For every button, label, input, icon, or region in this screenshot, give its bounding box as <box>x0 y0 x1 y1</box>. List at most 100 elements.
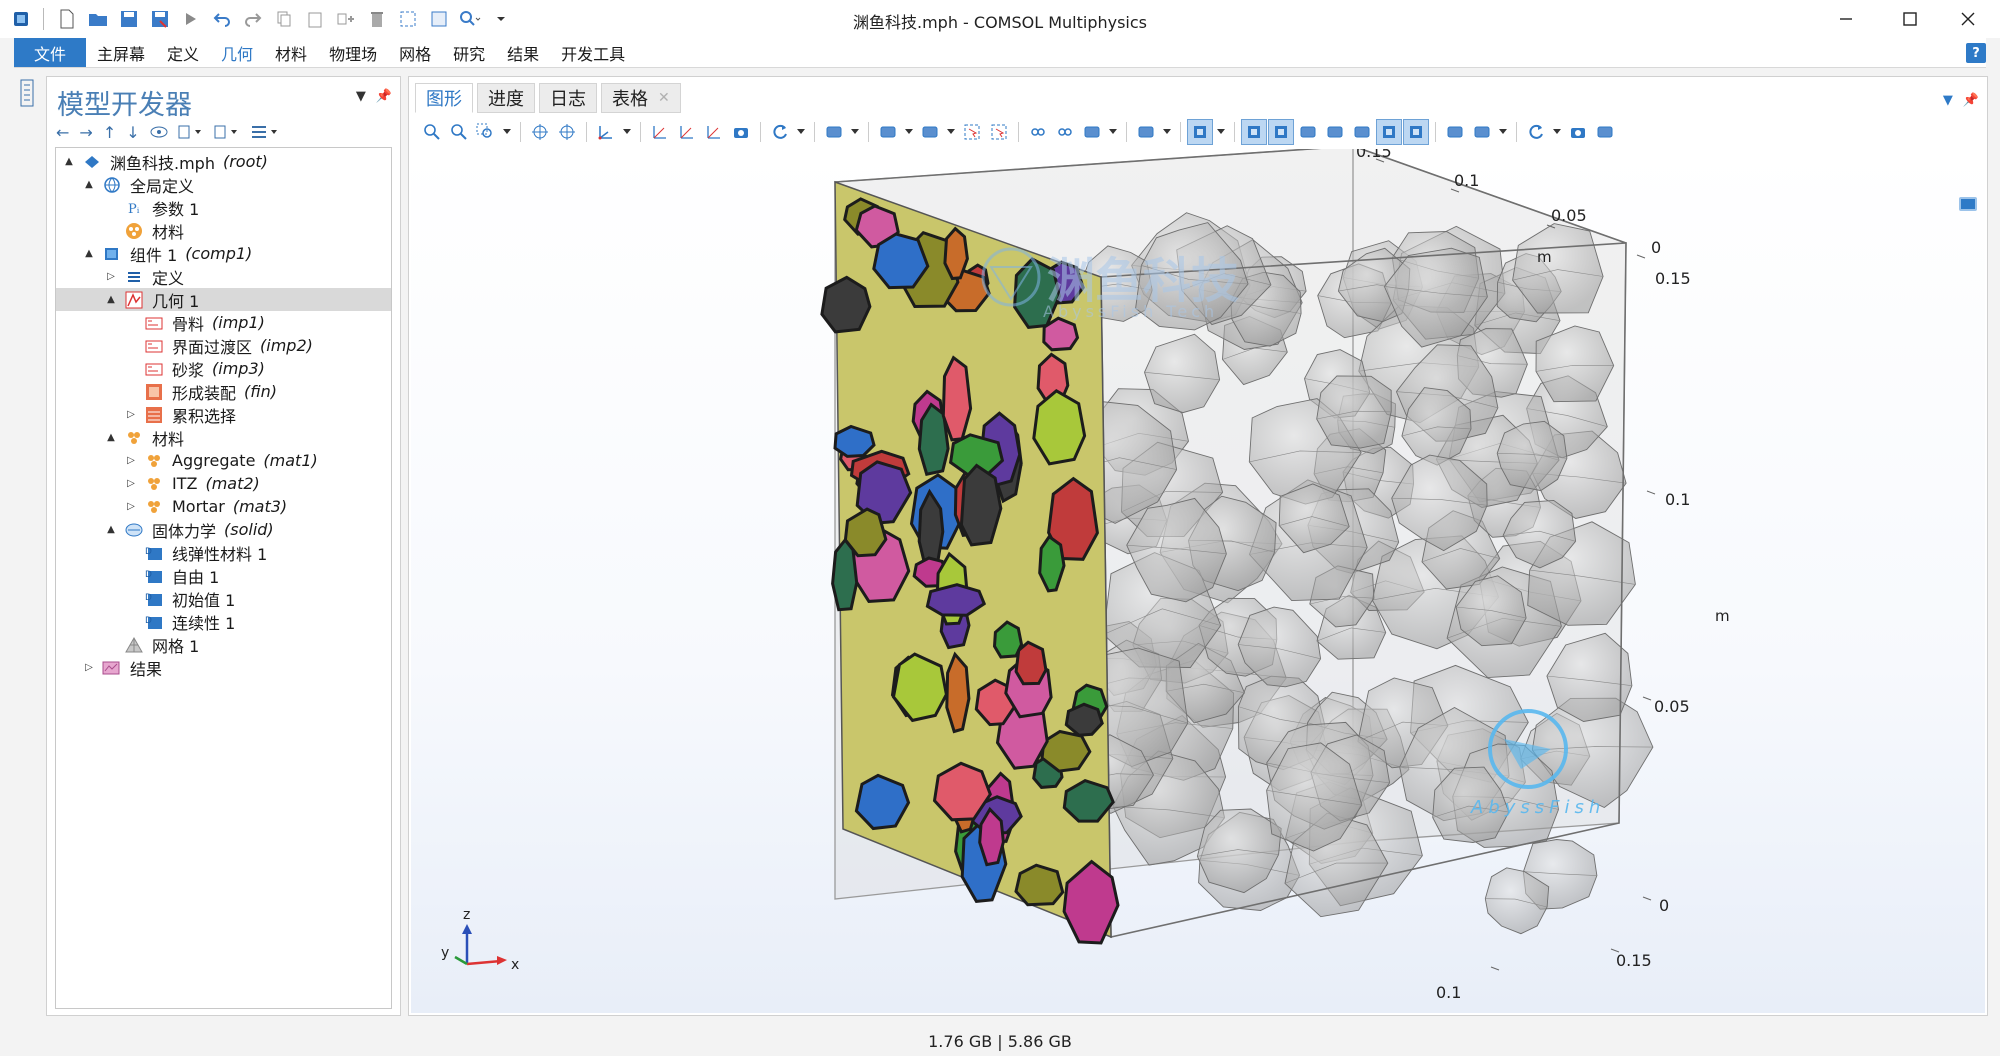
dropdown-arrow-icon[interactable] <box>1106 119 1120 145</box>
new-file-icon[interactable] <box>52 5 81 33</box>
dropdown-arrow-icon[interactable] <box>1214 119 1228 145</box>
minimize-button[interactable] <box>1814 0 1878 38</box>
scene-light-icon[interactable] <box>875 119 901 145</box>
tree-item[interactable]: 界面过渡区 (imp2) <box>56 334 391 357</box>
app-icon[interactable] <box>6 5 35 33</box>
tree-item[interactable]: ▲ 几何 1 <box>56 288 391 311</box>
expand-toggle-icon[interactable]: ▷ <box>124 478 138 489</box>
find-icon[interactable] <box>455 5 484 33</box>
show-entities-icon[interactable] <box>1052 119 1078 145</box>
menu-study[interactable]: 研究 <box>442 38 496 67</box>
zoom-box-icon[interactable] <box>473 119 499 145</box>
dropdown-arrow-icon[interactable] <box>794 119 808 145</box>
select-box-icon[interactable] <box>959 119 985 145</box>
menu-geometry[interactable]: 几何 <box>210 38 264 67</box>
boundary-select-icon[interactable] <box>1268 119 1294 145</box>
print-icon[interactable] <box>1592 119 1618 145</box>
zoom-extents-icon[interactable] <box>527 119 553 145</box>
tree-item[interactable]: ▷ 定义 <box>56 265 391 288</box>
expand-toggle-icon[interactable]: ▷ <box>124 455 138 466</box>
save-as-icon[interactable] <box>145 5 174 33</box>
tab-log[interactable]: 日志 <box>539 83 597 113</box>
tree-item[interactable]: Pᵢ 参数 1 <box>56 196 391 219</box>
close-tab-icon[interactable]: ✕ <box>658 90 670 106</box>
grid-icon[interactable] <box>1376 119 1402 145</box>
tab-progress[interactable]: 进度 <box>477 83 535 113</box>
list-view-icon[interactable] <box>247 124 283 140</box>
collapse-icon[interactable] <box>211 124 243 140</box>
tree-item[interactable]: ▲ 全局定义 <box>56 173 391 196</box>
tree-item[interactable]: ▲ 材料 <box>56 426 391 449</box>
tree-item[interactable]: 形成装配 (fin) <box>56 380 391 403</box>
dropdown-arrow-icon[interactable] <box>1550 119 1564 145</box>
view-settings-icon[interactable] <box>1959 197 1977 211</box>
forward-icon[interactable]: → <box>76 123 95 142</box>
hide-selection-icon[interactable] <box>1469 119 1495 145</box>
menu-results[interactable]: 结果 <box>496 38 550 67</box>
menu-definitions[interactable]: 定义 <box>156 38 210 67</box>
undo-icon[interactable] <box>207 5 236 33</box>
pin-icon[interactable]: 📌 <box>1963 93 1979 108</box>
expand-toggle-icon[interactable]: ▲ <box>104 524 118 535</box>
build-selected-icon[interactable] <box>424 5 453 33</box>
menu-physics[interactable]: 物理场 <box>318 38 388 67</box>
tree-item[interactable]: D 线弹性材料 1 <box>56 541 391 564</box>
pin-icon[interactable]: 📌 <box>376 89 392 104</box>
grid-toggle-icon[interactable] <box>1403 119 1429 145</box>
open-folder-icon[interactable] <box>83 5 112 33</box>
axes-icon[interactable] <box>593 119 619 145</box>
tree-item[interactable]: ▷ Aggregate (mat1) <box>56 449 391 472</box>
clear-selection-icon[interactable] <box>1442 119 1468 145</box>
menu-mesh[interactable]: 网格 <box>388 38 442 67</box>
yz-view-icon[interactable] <box>674 119 700 145</box>
tree-item[interactable]: ▲ 固体力学 (solid) <box>56 518 391 541</box>
zoom-selection-icon[interactable] <box>554 119 580 145</box>
expand-toggle-icon[interactable]: ▷ <box>104 271 118 282</box>
dropdown-arrow-icon[interactable] <box>1496 119 1510 145</box>
xz-view-icon[interactable] <box>701 119 727 145</box>
expand-icon[interactable] <box>175 124 207 140</box>
tree-item[interactable]: D 初始值 1 <box>56 587 391 610</box>
xy-view-icon[interactable] <box>647 119 673 145</box>
render-icon[interactable] <box>821 119 847 145</box>
redo-icon[interactable] <box>238 5 267 33</box>
views-icon[interactable] <box>1133 119 1159 145</box>
tree-item[interactable]: 砂浆 (imp3) <box>56 357 391 380</box>
qat-dropdown-icon[interactable] <box>486 5 515 33</box>
tree-item[interactable]: ▲ 渊鱼科技.mph (root) <box>56 150 391 173</box>
select-all-icon[interactable] <box>986 119 1012 145</box>
dropdown-arrow-icon[interactable] <box>944 119 958 145</box>
domain-select-icon[interactable] <box>1241 119 1267 145</box>
rotate-icon[interactable] <box>767 119 793 145</box>
tree-item[interactable]: ▷ Mortar (mat3) <box>56 495 391 518</box>
expand-toggle-icon[interactable]: ▲ <box>104 432 118 443</box>
dropdown-arrow-icon[interactable] <box>848 119 862 145</box>
transparency-icon[interactable] <box>917 119 943 145</box>
point-select-icon[interactable] <box>1322 119 1348 145</box>
expand-toggle-icon[interactable]: ▷ <box>124 501 138 512</box>
expand-toggle-icon[interactable]: ▲ <box>82 248 96 259</box>
menu-file[interactable]: 文件 <box>14 38 86 67</box>
tree-item[interactable]: 网格 1 <box>56 633 391 656</box>
3d-scene[interactable]: 0.15 0.1 0.05 0 m 0.15 0.1 0.05 0 m 0.1 … <box>411 149 1985 1013</box>
panel-menu-icon[interactable]: ▼ <box>1943 93 1953 108</box>
delete-icon[interactable] <box>362 5 391 33</box>
move-up-icon[interactable]: ↑ <box>100 123 119 142</box>
expand-toggle-icon[interactable]: ▷ <box>124 409 138 420</box>
tab-graphics[interactable]: 图形 <box>415 83 473 113</box>
expand-toggle-icon[interactable]: ▲ <box>62 156 76 167</box>
dropdown-arrow-icon[interactable] <box>620 119 634 145</box>
graphics-viewport[interactable]: 0.15 0.1 0.05 0 m 0.15 0.1 0.05 0 m 0.1 … <box>411 149 1985 1013</box>
menu-materials[interactable]: 材料 <box>264 38 318 67</box>
select-icon[interactable] <box>393 5 422 33</box>
reset-view-icon[interactable] <box>1523 119 1549 145</box>
tree-item[interactable]: ▲ 组件 1 (comp1) <box>56 242 391 265</box>
menu-home[interactable]: 主屏幕 <box>86 38 156 67</box>
menu-developer[interactable]: 开发工具 <box>550 38 636 67</box>
tree-item[interactable]: ▷ 结果 <box>56 656 391 679</box>
tree-item[interactable]: ▷ 累积选择 <box>56 403 391 426</box>
selection-list-icon[interactable] <box>1079 119 1105 145</box>
panel-menu-icon[interactable]: ▼ <box>356 89 366 104</box>
wireframe-icon[interactable] <box>1349 119 1375 145</box>
tree-item[interactable]: D 自由 1 <box>56 564 391 587</box>
